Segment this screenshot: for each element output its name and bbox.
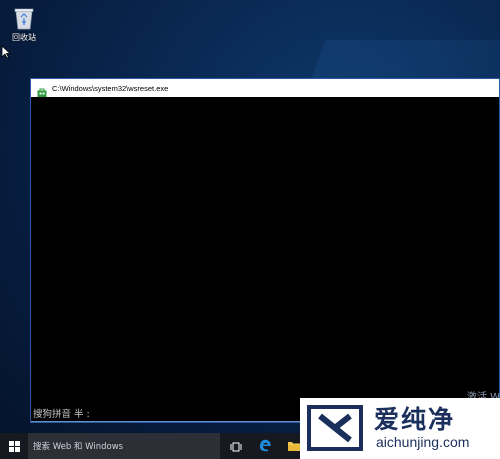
- search-placeholder: 搜索 Web 和 Windows: [33, 442, 124, 452]
- logo-mark-icon: [306, 404, 364, 452]
- recycle-bin-label: 回收站: [12, 33, 36, 42]
- desktop: 回收站 C:\Windows\system32\wsreset.exe 搜狗拼音…: [0, 0, 500, 459]
- task-view-icon: [230, 437, 242, 456]
- ime-status-bar: 搜狗拼音 半 :: [33, 409, 90, 420]
- folder-icon: [287, 437, 301, 456]
- cmd-window-title: C:\Windows\system32\wsreset.exe: [52, 83, 169, 93]
- recycle-bin-shortcut[interactable]: 回收站: [4, 4, 44, 43]
- cmd-console[interactable]: 搜狗拼音 半 :: [31, 97, 499, 422]
- taskbar-search-box[interactable]: 搜索 Web 和 Windows: [28, 433, 220, 459]
- cmd-window[interactable]: C:\Windows\system32\wsreset.exe 搜狗拼音 半 :: [30, 78, 500, 423]
- edge-icon: [258, 437, 272, 456]
- logo-brand-name: 爱纯净: [374, 405, 456, 434]
- site-logo: 爱纯净 aichunjing.com: [300, 398, 500, 459]
- store-app-icon: [37, 83, 47, 98]
- windows-logo-icon: [8, 437, 20, 456]
- logo-brand-url: aichunjing.com: [376, 434, 470, 450]
- recycle-bin-icon: [13, 6, 35, 30]
- mouse-cursor-icon: [1, 44, 12, 59]
- edge-browser-button[interactable]: [254, 433, 276, 459]
- ime-underline: [31, 421, 311, 422]
- start-button[interactable]: [0, 433, 28, 459]
- task-view-button[interactable]: [226, 433, 246, 459]
- cmd-titlebar[interactable]: C:\Windows\system32\wsreset.exe: [31, 79, 499, 98]
